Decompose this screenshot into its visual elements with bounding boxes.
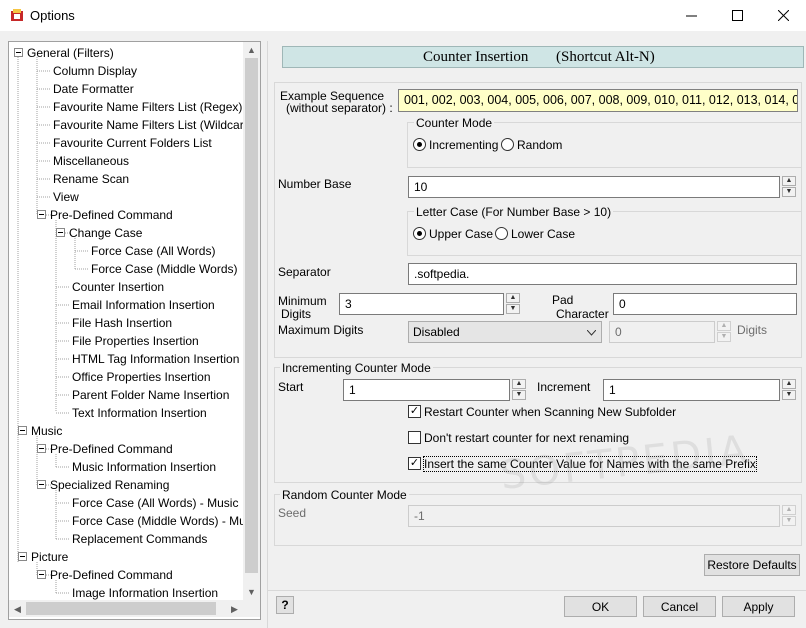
max-digits-label: Maximum Digits: [278, 323, 364, 337]
start-spinner[interactable]: ▲ ▼: [512, 379, 528, 401]
cancel-button[interactable]: Cancel: [643, 596, 716, 617]
number-base-label: Number Base: [278, 177, 352, 191]
seed-label: Seed: [278, 506, 307, 520]
tree-item-specialized-renaming[interactable]: Specialized Renaming: [37, 476, 169, 494]
min-digits-label-sub: Digits: [281, 307, 312, 321]
tree-item-music-predefined[interactable]: Pre-Defined Command: [37, 440, 173, 458]
checkmark-icon: ✓: [408, 405, 421, 419]
radio-incrementing[interactable]: Incrementing: [413, 138, 498, 152]
example-sequence-field: 001, 002, 003, 004, 005, 006, 007, 008, …: [398, 89, 798, 112]
footer-divider: [268, 590, 806, 591]
scroll-left-arrow-icon[interactable]: ◀: [9, 601, 26, 617]
checkbox-restart-counter[interactable]: ✓ Restart Counter when Scanning New Subfo…: [408, 405, 676, 419]
tree-item-fav-filters-wildcard[interactable]: Favourite Name Filters List (Wildcard: [53, 116, 243, 134]
radio-random[interactable]: Random: [501, 138, 562, 152]
scroll-up-arrow-icon[interactable]: ▲: [243, 42, 260, 58]
tree-item-miscellaneous[interactable]: Miscellaneous: [53, 152, 129, 170]
letter-case-title: Letter Case (For Number Base > 10): [414, 205, 614, 219]
number-base-spinner[interactable]: ▲ ▼: [782, 176, 798, 198]
start-label: Start: [278, 380, 304, 394]
tree-item-predefined-command[interactable]: Pre-Defined Command: [37, 206, 173, 224]
max-digits-value-input: 0: [609, 321, 715, 343]
restore-defaults-button[interactable]: Restore Defaults: [704, 554, 800, 576]
ok-button[interactable]: OK: [564, 596, 637, 617]
increment-spinner[interactable]: ▲ ▼: [782, 379, 798, 401]
tree-item-picture[interactable]: Picture: [18, 548, 68, 566]
scroll-down-arrow-icon[interactable]: ▼: [243, 584, 260, 600]
tree-item-view[interactable]: View: [53, 188, 79, 206]
max-digits-select[interactable]: Disabled: [408, 321, 602, 343]
tree-item-fav-filters-regex[interactable]: Favourite Name Filters List (Regex): [53, 98, 243, 116]
tree-item-general[interactable]: General (Filters): [14, 44, 114, 62]
increment-input[interactable]: 1: [603, 379, 780, 401]
help-button[interactable]: ?: [276, 596, 294, 614]
random-title: Random Counter Mode: [280, 488, 409, 502]
app-icon: [11, 9, 23, 21]
apply-button[interactable]: Apply: [722, 596, 795, 617]
tree-item-force-case-middle-music[interactable]: Force Case (Middle Words) - Mu: [72, 512, 243, 530]
tree-item-column-display[interactable]: Column Display: [53, 62, 137, 80]
separator-label: Separator: [278, 265, 331, 279]
close-button[interactable]: [760, 0, 806, 31]
tree-item-picture-predefined[interactable]: Pre-Defined Command: [37, 566, 173, 584]
tree-item-rename-scan[interactable]: Rename Scan: [53, 170, 129, 188]
tree-item-force-case-middle[interactable]: Force Case (Middle Words): [91, 260, 237, 278]
tree-item-file-properties[interactable]: File Properties Insertion: [72, 332, 199, 350]
tree-item-parent-folder[interactable]: Parent Folder Name Insertion: [72, 386, 229, 404]
tree-item-music-info[interactable]: Music Information Insertion: [72, 458, 216, 476]
radio-lower-case[interactable]: Lower Case: [495, 227, 575, 241]
pad-char-input[interactable]: 0: [613, 293, 797, 315]
incrementing-title: Incrementing Counter Mode: [280, 361, 433, 375]
tree-item-date-formatter[interactable]: Date Formatter: [53, 80, 134, 98]
minimize-icon: [685, 15, 697, 17]
start-input[interactable]: 1: [343, 379, 510, 401]
scroll-corner: [243, 600, 260, 617]
tree-item-replacement-commands[interactable]: Replacement Commands: [72, 530, 207, 548]
tree-item-music[interactable]: Music: [18, 422, 62, 440]
min-digits-spinner[interactable]: ▲ ▼: [506, 293, 522, 315]
checkmark-icon: ✓: [408, 457, 421, 471]
panel-header-title: Counter Insertion: [423, 48, 529, 65]
scroll-right-arrow-icon[interactable]: ▶: [226, 601, 243, 617]
tree-item-text-info[interactable]: Text Information Insertion: [72, 404, 207, 422]
max-digits-suffix: Digits: [737, 323, 768, 337]
seed-input: -1: [408, 505, 780, 527]
close-icon: [777, 10, 789, 21]
number-base-input[interactable]: 10: [408, 176, 780, 198]
window-title: Options: [30, 8, 75, 23]
maximize-button[interactable]: [714, 0, 760, 31]
tree-horizontal-scroll-thumb[interactable]: [26, 602, 216, 615]
tree-item-fav-current-folders[interactable]: Favourite Current Folders List: [53, 134, 212, 152]
radio-upper-case[interactable]: Upper Case: [413, 227, 493, 241]
tree-item-html-tag[interactable]: HTML Tag Information Insertion: [72, 350, 243, 368]
tree-item-force-case-all[interactable]: Force Case (All Words): [91, 242, 215, 260]
separator-input[interactable]: .softpedia.: [408, 263, 797, 285]
increment-label: Increment: [537, 380, 591, 394]
chevron-down-icon: [587, 330, 596, 336]
max-digits-spinner: ▲ ▼: [717, 321, 733, 343]
panel-header: Counter Insertion (Shortcut Alt-N): [282, 46, 804, 68]
tree-item-force-case-all-music[interactable]: Force Case (All Words) - Music: [72, 494, 243, 512]
tree-item-office-properties[interactable]: Office Properties Insertion: [72, 368, 211, 386]
panel-header-shortcut: (Shortcut Alt-N): [556, 48, 655, 65]
tree-item-change-case[interactable]: Change Case: [56, 224, 142, 242]
tree-vertical-scroll-thumb[interactable]: [245, 58, 258, 573]
pad-char-label: Pad: [552, 293, 574, 307]
tree-item-file-hash[interactable]: File Hash Insertion: [72, 314, 172, 332]
tree-item-email-info[interactable]: Email Information Insertion: [72, 296, 215, 314]
min-digits-input[interactable]: 3: [339, 293, 504, 315]
maximize-icon: [731, 10, 743, 21]
pad-char-label-sub: Character: [556, 307, 609, 321]
minimize-button[interactable]: [668, 0, 714, 31]
seed-spinner: ▲ ▼: [782, 505, 798, 527]
counter-mode-title: Counter Mode: [414, 116, 495, 130]
min-digits-label: Minimum: [278, 294, 327, 308]
tree-item-counter-insertion[interactable]: Counter Insertion: [72, 278, 165, 296]
example-sequence-label-sub: (without separator) :: [286, 101, 393, 115]
